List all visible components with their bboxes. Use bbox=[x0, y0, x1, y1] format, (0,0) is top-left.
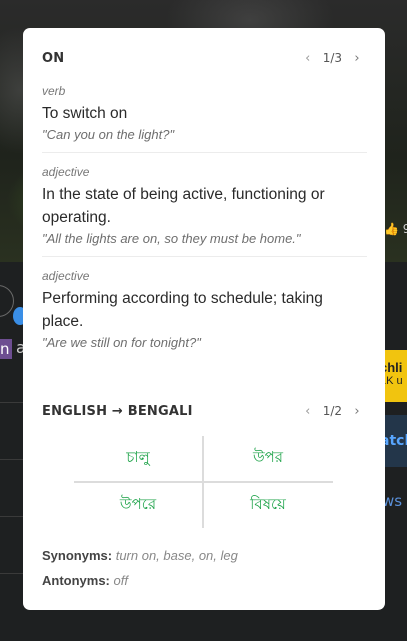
word-title: ON bbox=[42, 50, 65, 66]
definition-item: adjective Performing according to schedu… bbox=[42, 269, 367, 360]
translation-word[interactable]: উপর bbox=[204, 436, 332, 481]
definition-text: To switch on bbox=[42, 105, 128, 122]
antonyms-row: Antonyms: off bbox=[42, 573, 128, 588]
translation-header: ENGLISH → BENGALI ‹ 1/2 › bbox=[42, 401, 367, 421]
definition-example: "Are we still on for tonight?" bbox=[42, 335, 201, 350]
translation-grid: চালু উপর উপরে বিষয়ে bbox=[74, 436, 333, 528]
translation-word[interactable]: বিষয়ে bbox=[204, 483, 332, 528]
prev-definition-button[interactable]: ‹ bbox=[298, 51, 318, 66]
prev-translation-button[interactable]: ‹ bbox=[298, 404, 318, 419]
translation-page-count: 1/2 bbox=[322, 404, 342, 418]
definition-item: adjective In the state of being active, … bbox=[42, 165, 367, 257]
definition-example: "Can you on the light?" bbox=[42, 127, 175, 142]
translation-pager: ‹ 1/2 › bbox=[298, 404, 367, 419]
background-like-count-text: 93 bbox=[402, 222, 407, 236]
antonyms-value: off bbox=[113, 573, 128, 588]
translation-word[interactable]: চালু bbox=[74, 436, 202, 481]
next-translation-button[interactable]: › bbox=[347, 404, 367, 419]
part-of-speech: adjective bbox=[42, 165, 90, 179]
definitions-page-count: 1/3 bbox=[322, 51, 342, 65]
grid-divider-horizontal bbox=[74, 481, 333, 483]
next-definition-button[interactable]: › bbox=[347, 51, 367, 66]
definition-example: "All the lights are on, so they must be … bbox=[42, 231, 301, 246]
definition-item: verb To switch on "Can you on the light?… bbox=[42, 84, 367, 153]
part-of-speech: adjective bbox=[42, 269, 90, 283]
background-highlight-tag: n bbox=[0, 339, 12, 359]
definitions-pager: ‹ 1/3 › bbox=[298, 51, 367, 66]
dictionary-popup: ON ‹ 1/3 › verb To switch on "Can you on… bbox=[23, 28, 385, 610]
definition-list: verb To switch on "Can you on the light?… bbox=[42, 84, 367, 372]
background-like-count: 👍 93 bbox=[384, 222, 407, 236]
translation-language-pair: ENGLISH → BENGALI bbox=[42, 403, 193, 419]
definition-header: ON ‹ 1/3 › bbox=[42, 48, 367, 68]
antonyms-label: Antonyms: bbox=[42, 573, 110, 588]
definition-text: Performing according to schedule; taking… bbox=[42, 290, 323, 330]
part-of-speech: verb bbox=[42, 84, 66, 98]
synonyms-value: turn on, base, on, leg bbox=[115, 548, 238, 563]
synonyms-label: Synonyms: bbox=[42, 548, 113, 563]
translation-word[interactable]: উপরে bbox=[74, 483, 202, 528]
definition-text: In the state of being active, functionin… bbox=[42, 186, 325, 226]
background-views-link[interactable]: ws bbox=[382, 492, 402, 510]
synonyms-row: Synonyms: turn on, base, on, leg bbox=[42, 548, 238, 563]
